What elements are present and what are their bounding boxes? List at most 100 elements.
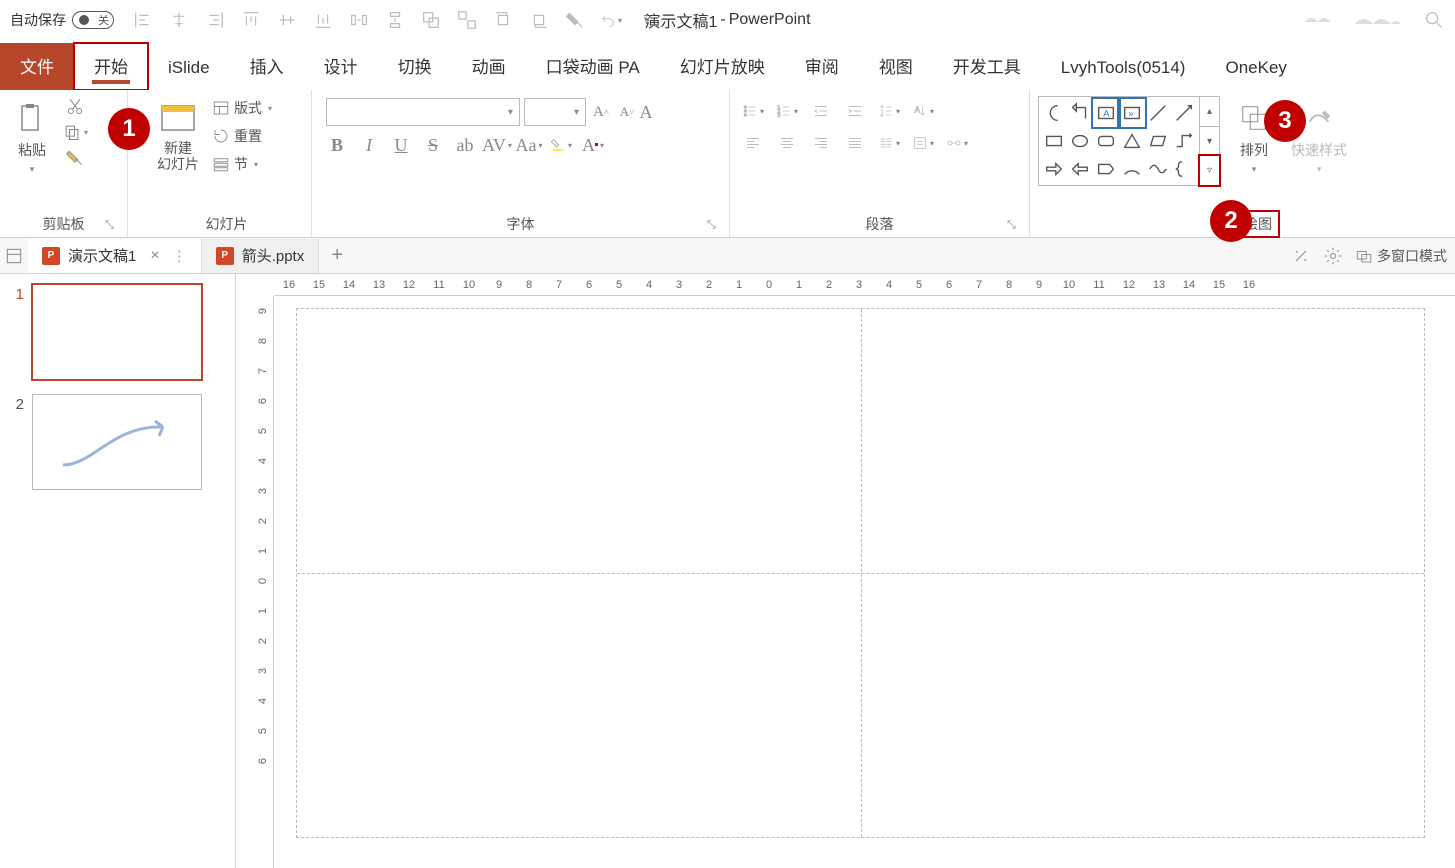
shape-arrow-left-icon[interactable] <box>1067 155 1093 183</box>
char-spacing-button[interactable]: AV <box>486 134 508 156</box>
format-painter-button[interactable] <box>62 148 88 168</box>
close-tab-icon[interactable]: × <box>150 247 159 265</box>
change-case-button[interactable]: Aa <box>518 134 540 156</box>
align-left-button[interactable] <box>742 132 764 154</box>
text-direction-button[interactable]: A <box>912 100 934 122</box>
shapes-scroll-down[interactable]: ▾ <box>1200 127 1219 157</box>
shape-connector-icon[interactable] <box>1171 127 1197 155</box>
shape-brace-icon[interactable] <box>1171 155 1197 183</box>
magic-icon[interactable] <box>1291 246 1311 266</box>
search-icon[interactable] <box>1423 9 1445 31</box>
align-bottom-icon[interactable] <box>312 9 334 31</box>
align-middle-icon[interactable] <box>276 9 298 31</box>
tab-home[interactable]: 开始 <box>74 43 148 90</box>
tab-view[interactable]: 视图 <box>859 43 933 90</box>
tab-animations[interactable]: 动画 <box>452 43 526 90</box>
shape-wave-icon[interactable] <box>1145 155 1171 183</box>
settings-icon[interactable] <box>1323 246 1343 266</box>
shape-moon-icon[interactable] <box>1041 99 1067 127</box>
distribute-v-icon[interactable] <box>384 9 406 31</box>
justify-button[interactable] <box>844 132 866 154</box>
slide-canvas[interactable] <box>296 308 1425 838</box>
tab-design[interactable]: 设计 <box>304 43 378 90</box>
clipboard-launcher[interactable]: ⤡ <box>105 219 119 233</box>
shape-arrow-right-icon[interactable] <box>1041 155 1067 183</box>
text-shadow-button[interactable]: ab <box>454 134 476 156</box>
layout-button[interactable]: 版式 <box>212 98 272 118</box>
shape-rect-icon[interactable] <box>1041 127 1067 155</box>
paste-button[interactable]: 粘贴 ▾ <box>8 96 56 213</box>
font-launcher[interactable]: ⤡ <box>707 219 721 233</box>
shape-textbox-icon[interactable]: A <box>1093 99 1119 127</box>
undo-icon[interactable] <box>600 9 622 31</box>
align-right-icon[interactable] <box>204 9 226 31</box>
tab-transitions[interactable]: 切换 <box>378 43 452 90</box>
font-family-select[interactable]: ▾ <box>326 98 520 126</box>
doc-tab-1[interactable]: P 演示文稿1 × ⋮ <box>28 239 202 273</box>
add-document-button[interactable]: + <box>319 244 355 267</box>
shape-arc-icon[interactable] <box>1119 155 1145 183</box>
horizontal-ruler[interactable]: 1615141312111098765432101234567891011121… <box>274 274 1455 296</box>
bring-forward-icon[interactable] <box>492 9 514 31</box>
increase-indent-button[interactable] <box>844 100 866 122</box>
shape-roundrect-icon[interactable] <box>1093 127 1119 155</box>
tab-onekey[interactable]: OneKey <box>1205 48 1306 90</box>
tab-file[interactable]: 文件 <box>0 43 74 90</box>
shape-line-arrow-icon[interactable] <box>1171 99 1197 127</box>
align-center-button[interactable] <box>776 132 798 154</box>
tab-review[interactable]: 审阅 <box>785 43 859 90</box>
copy-button[interactable] <box>62 122 88 142</box>
tab-insert[interactable]: 插入 <box>230 43 304 90</box>
font-size-select[interactable]: ▾ <box>524 98 586 126</box>
thumbnail-1[interactable] <box>32 284 202 380</box>
bullets-button[interactable] <box>742 100 764 122</box>
clear-format-icon[interactable]: A⃠ <box>642 101 664 123</box>
align-left-icon[interactable] <box>132 9 154 31</box>
line-spacing-button[interactable] <box>878 100 900 122</box>
thumbnail-2[interactable] <box>32 394 202 490</box>
shape-pentagon-icon[interactable] <box>1093 155 1119 183</box>
paragraph-launcher[interactable]: ⤡ <box>1007 219 1021 233</box>
tab-pa[interactable]: 口袋动画 PA <box>526 43 660 90</box>
shape-triangle-icon[interactable] <box>1119 127 1145 155</box>
numbering-button[interactable]: 123 <box>776 100 798 122</box>
cut-button[interactable] <box>62 96 88 116</box>
shapes-gallery[interactable]: A » ▴ <box>1038 96 1220 186</box>
underline-button[interactable]: U <box>390 134 412 156</box>
thumbnail-2-row[interactable]: 2 <box>8 394 227 490</box>
format-painter-icon[interactable] <box>564 9 586 31</box>
strikethrough-button[interactable]: S <box>422 134 444 156</box>
align-right-button[interactable] <box>810 132 832 154</box>
send-backward-icon[interactable] <box>528 9 550 31</box>
section-button[interactable]: 节 <box>212 154 272 174</box>
thumbnail-1-row[interactable]: 1 <box>8 284 227 380</box>
bold-button[interactable]: B <box>326 134 348 156</box>
decrease-indent-button[interactable] <box>810 100 832 122</box>
doc-tab-2[interactable]: P 箭头.pptx <box>202 239 320 273</box>
vertical-ruler[interactable]: 9876543210123456 <box>254 296 274 868</box>
outline-view-icon[interactable] <box>4 246 24 266</box>
autosave-toggle[interactable]: 自动保存 关 <box>10 10 114 30</box>
columns-button[interactable] <box>878 132 900 154</box>
highlight-color-button[interactable] <box>550 134 572 156</box>
shapes-more-button[interactable]: ▿ <box>1200 156 1219 185</box>
align-top-icon[interactable] <box>240 9 262 31</box>
font-color-button[interactable]: A <box>582 134 604 156</box>
decrease-font-icon[interactable]: A˅ <box>616 101 638 123</box>
distribute-h-icon[interactable] <box>348 9 370 31</box>
shape-textbox2-icon[interactable]: » <box>1119 99 1145 127</box>
align-text-button[interactable] <box>912 132 934 154</box>
tab-slideshow[interactable]: 幻灯片放映 <box>660 43 785 90</box>
ungroup-icon[interactable] <box>456 9 478 31</box>
toggle-switch[interactable]: 关 <box>72 11 114 29</box>
increase-font-icon[interactable]: A˄ <box>590 101 612 123</box>
new-slide-button[interactable]: 新建 幻灯片 <box>150 96 206 213</box>
reset-button[interactable]: 重置 <box>212 126 272 146</box>
tab-islide[interactable]: iSlide <box>148 48 230 90</box>
italic-button[interactable]: I <box>358 134 380 156</box>
group-icon[interactable] <box>420 9 442 31</box>
shape-oval-icon[interactable] <box>1067 127 1093 155</box>
tab-developer[interactable]: 开发工具 <box>933 43 1041 90</box>
shape-parallelogram-icon[interactable] <box>1145 127 1171 155</box>
align-center-h-icon[interactable] <box>168 9 190 31</box>
